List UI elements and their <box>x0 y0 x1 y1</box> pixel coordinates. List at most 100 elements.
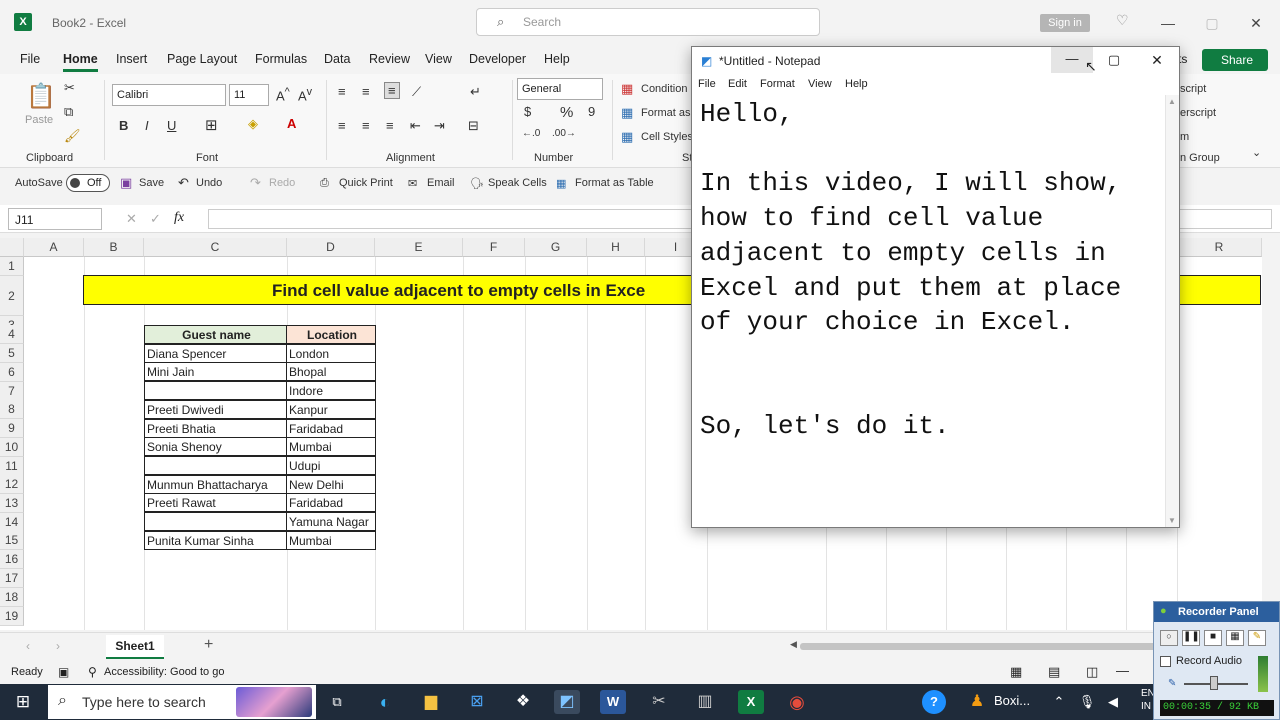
format-as-table-icon[interactable]: ▦ <box>621 105 633 121</box>
boxi-app-icon[interactable]: ♟ <box>964 690 990 714</box>
decrease-decimal-icon[interactable]: .00→ <box>552 128 576 139</box>
col-header[interactable]: H <box>587 238 645 257</box>
devices-icon[interactable]: ▥ <box>692 690 718 714</box>
row-header[interactable]: 11 <box>0 457 24 476</box>
cut-icon[interactable]: ✂ <box>64 80 75 96</box>
number-format-select[interactable]: General <box>517 78 603 100</box>
accessibility-icon[interactable]: ⚲ <box>88 665 97 679</box>
notepad-menu-edit[interactable]: Edit <box>728 78 747 90</box>
microphone-icon[interactable]: 🎙 <box>1074 690 1100 714</box>
accessibility-status[interactable]: Accessibility: Good to go <box>104 666 224 678</box>
insert-function-icon[interactable]: fx <box>174 210 184 226</box>
draw-button[interactable]: ✎ <box>1248 630 1266 646</box>
format-painter-icon[interactable]: 🖌 <box>64 128 81 144</box>
cell-styles-icon[interactable]: ▦ <box>621 129 633 145</box>
orientation-icon[interactable]: ⟋ <box>412 84 421 100</box>
notepad-maximize-button[interactable]: ▢ <box>1093 47 1135 73</box>
align-top-icon[interactable]: ≡ <box>338 84 346 99</box>
row-header[interactable]: 16 <box>0 550 24 569</box>
font-name-select[interactable]: Calibri <box>112 84 226 106</box>
notepad-close-button[interactable]: ✕ <box>1135 47 1179 73</box>
italic-icon[interactable]: I <box>145 118 149 133</box>
location-cell[interactable]: Udupi <box>286 455 376 475</box>
normal-view-icon[interactable]: ▦ <box>1010 664 1022 680</box>
menu-help[interactable]: Help <box>544 52 570 66</box>
minimize-button[interactable]: — <box>1148 10 1188 36</box>
search-highlight-image[interactable] <box>236 687 312 717</box>
location-cell[interactable]: New Delhi <box>286 474 376 494</box>
cell-styles-label[interactable]: Cell Styles <box>641 131 693 143</box>
guest-name-cell[interactable]: Diana Spencer <box>144 343 287 363</box>
search-box[interactable]: ⌕ Search <box>476 8 820 36</box>
guest-name-header[interactable]: Guest name <box>144 325 287 344</box>
select-all-corner[interactable] <box>0 238 24 257</box>
settings-button[interactable]: ▦ <box>1226 630 1244 646</box>
speak-cells-label[interactable]: Speak Cells <box>488 177 547 189</box>
guest-name-cell[interactable]: Mini Jain <box>144 362 287 382</box>
row-header[interactable]: 13 <box>0 494 24 513</box>
dropbox-icon[interactable]: ❖ <box>510 690 536 714</box>
currency-icon[interactable]: $ <box>524 104 531 119</box>
scroll-down-icon[interactable]: ▼ <box>1168 516 1176 525</box>
decrease-font-icon[interactable]: Av <box>298 86 312 103</box>
copy-icon[interactable]: ⧉ <box>64 104 73 120</box>
macro-record-icon[interactable]: ▣ <box>58 665 69 679</box>
col-header[interactable]: C <box>144 238 287 257</box>
location-cell[interactable]: Mumbai <box>286 437 376 457</box>
redo-icon[interactable]: ↷ <box>250 175 261 191</box>
volume-slider-thumb[interactable] <box>1210 676 1218 690</box>
volume-icon[interactable]: ◀ <box>1100 690 1126 714</box>
lightbulb-icon[interactable]: ♡ <box>1116 12 1129 29</box>
scroll-left-icon[interactable]: ◀ <box>790 639 797 650</box>
conditional-formatting-icon[interactable]: ▦ <box>621 81 633 97</box>
location-cell[interactable]: Mumbai <box>286 530 376 550</box>
quick-print-label[interactable]: Quick Print <box>339 177 393 189</box>
font-size-select[interactable]: 11 <box>229 84 269 106</box>
guest-name-cell[interactable]: Preeti Bhatia <box>144 418 287 438</box>
underline-icon[interactable]: U <box>167 118 176 133</box>
location-cell[interactable]: Indore <box>286 381 376 401</box>
row-header[interactable]: 9 <box>0 419 24 438</box>
row-header[interactable]: 8 <box>0 400 24 419</box>
location-cell[interactable]: Faridabad <box>286 493 376 513</box>
conditional-formatting-label[interactable]: Condition <box>641 83 687 95</box>
format-as-table-label[interactable]: Format as <box>641 107 691 119</box>
system-tray-icon[interactable]: ⌃ <box>1046 690 1072 714</box>
row-header[interactable]: 14 <box>0 513 24 532</box>
subscript-label[interactable]: script <box>1180 83 1206 95</box>
superscript-label[interactable]: erscript <box>1180 107 1216 119</box>
page-break-view-icon[interactable]: ◫ <box>1086 664 1098 680</box>
col-header[interactable]: R <box>1177 238 1262 257</box>
word-icon[interactable]: W <box>600 690 626 714</box>
menu-view[interactable]: View <box>425 52 452 66</box>
share-button[interactable]: Share <box>1202 49 1268 71</box>
autosave-toggle[interactable]: Off <box>66 174 110 192</box>
add-sheet-icon[interactable]: + <box>204 636 213 654</box>
row-header[interactable]: 18 <box>0 588 24 607</box>
menu-formulas[interactable]: Formulas <box>255 52 307 66</box>
location-cell[interactable]: Yamuna Nagar <box>286 512 376 531</box>
file-explorer-icon[interactable]: ▆ <box>418 690 444 714</box>
notepad-menu-view[interactable]: View <box>808 78 832 90</box>
page-layout-view-icon[interactable]: ▤ <box>1048 664 1060 680</box>
guest-name-cell[interactable]: Preeti Rawat <box>144 493 287 513</box>
redo-label[interactable]: Redo <box>269 177 295 189</box>
edge-icon[interactable]: ◐ <box>372 690 398 714</box>
store-icon[interactable]: ⊠ <box>464 690 490 714</box>
row-header[interactable]: 19 <box>0 607 24 626</box>
help-icon[interactable]: ? <box>922 690 946 714</box>
custom-item-label[interactable]: m <box>1180 131 1189 143</box>
row-header[interactable]: 6 <box>0 363 24 382</box>
row-header[interactable]: 4 <box>0 325 24 344</box>
undo-icon[interactable]: ↶ <box>178 175 189 191</box>
save-label[interactable]: Save <box>139 177 164 189</box>
menu-file[interactable]: File <box>20 52 40 66</box>
col-header[interactable]: E <box>375 238 463 257</box>
email-icon[interactable]: ✉ <box>408 177 417 190</box>
task-view-icon[interactable]: ⧉ <box>324 690 350 714</box>
sign-in-button[interactable]: Sign in <box>1040 14 1090 32</box>
guest-name-cell[interactable] <box>144 455 287 475</box>
boxi-app-label[interactable]: Boxi... <box>994 693 1030 708</box>
location-header[interactable]: Location <box>286 325 376 344</box>
comma-icon[interactable]: 9 <box>588 104 595 119</box>
